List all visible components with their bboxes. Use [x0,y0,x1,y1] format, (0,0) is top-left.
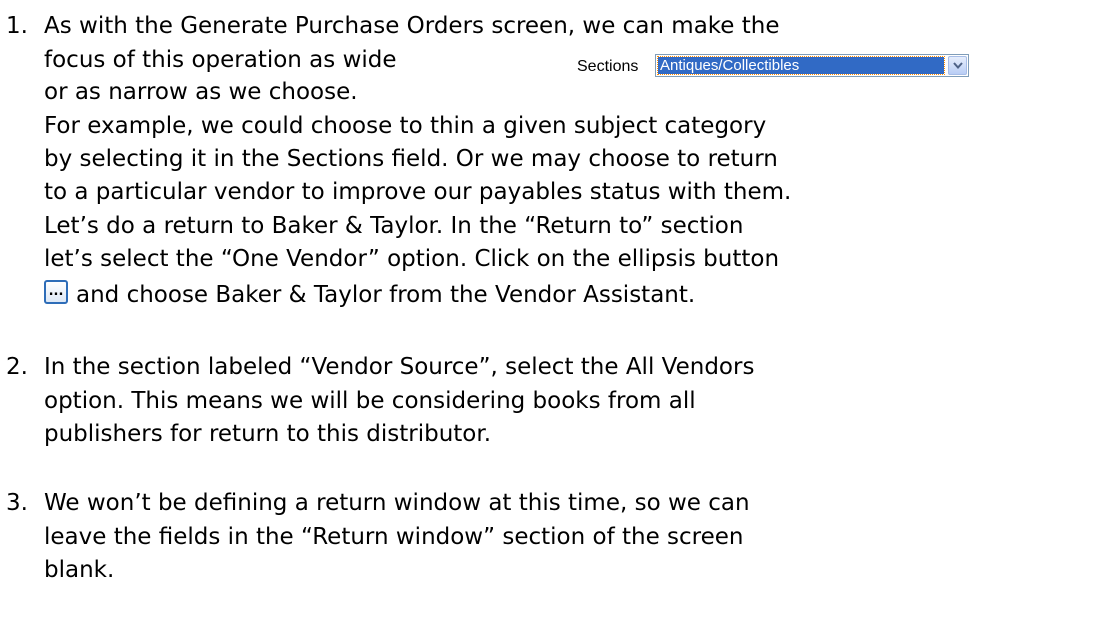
item-text-line: by selecting it in the Sections field. O… [44,146,778,172]
list-item-3: 3. We won’t be defining a return window … [0,489,1103,599]
item-text-line: leave the fields in the “Return window” … [44,524,744,550]
sections-dropdown[interactable]: Antiques/Collectibles [655,54,969,77]
item-text-line: In the section labeled “Vendor Source”, … [44,354,755,380]
item-text-line: Let’s do a return to Baker & Taylor. In … [44,213,744,239]
item-number: 2. [6,354,28,380]
instructions-page: 1. As with the Generate Purchase Orders … [0,0,1103,627]
item-text-line: blank. [44,557,115,583]
item-text-line: For example, we could choose to thin a g… [44,113,767,139]
item-text-line: to a particular vendor to improve our pa… [44,179,792,205]
item-text-line: let’s select the “One Vendor” option. Cl… [44,246,780,272]
item-number: 3. [6,490,28,516]
sections-label: Sections [577,58,639,75]
list-item-1: 1. As with the Generate Purchase Orders … [0,0,1103,390]
chevron-down-icon [953,62,963,70]
dropdown-button[interactable] [948,56,967,75]
item-text-line: and choose Baker & Taylor from the Vendo… [76,282,696,308]
item-number: 1. [6,13,28,39]
ellipsis-icon: ... [48,284,64,299]
item-text-line: publishers for return to this distributo… [44,421,492,447]
item-text-line: or as narrow as we choose. [44,79,358,105]
ellipsis-line: ... and choose Baker & Taylor from the V… [0,277,1103,311]
item-text-line: option. This means we will be considerin… [44,388,696,414]
item-text-line: We won’t be defining a return window at … [44,490,750,516]
ellipsis-button[interactable]: ... [44,280,68,304]
list-item-2: 2. In the section labeled “Vendor Source… [0,353,1103,463]
sections-field: Sections Antiques/Collectibles [577,52,997,81]
item-text-line: As with the Generate Purchase Orders scr… [44,13,780,39]
sections-selected-value: Antiques/Collectibles [657,56,945,75]
item-text-line: focus of this operation as wide [44,47,397,73]
